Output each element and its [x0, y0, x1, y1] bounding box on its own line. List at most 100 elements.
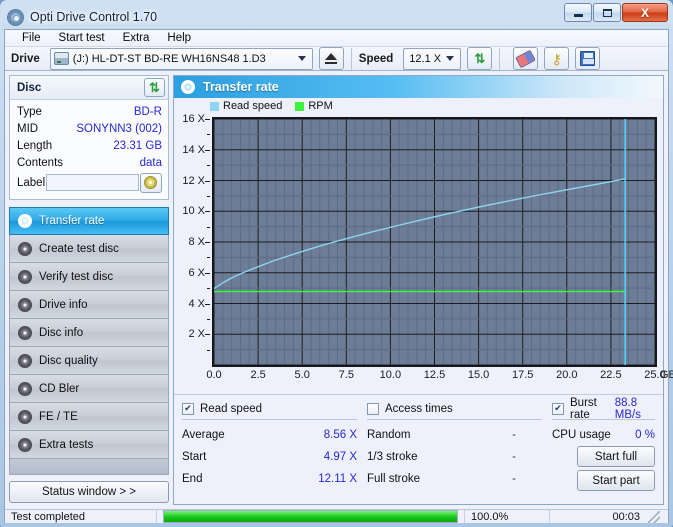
- end-label: End: [182, 473, 203, 485]
- progress-cell: [157, 510, 465, 523]
- results-access-times: Access times Random - 1/3 stroke - Full …: [367, 401, 542, 494]
- minimize-button[interactable]: [564, 3, 592, 22]
- elapsed-time: 00:03: [550, 510, 668, 523]
- row-cpu-usage: CPU usage 0 %: [552, 424, 655, 446]
- third-stroke-label: 1/3 stroke: [367, 451, 418, 463]
- sidebar: Disc ⇅ Type BD-R MID SONYNN3 (002) Lengt…: [5, 71, 173, 509]
- disc-type-label: Type: [17, 105, 42, 118]
- read-speed-header: ✔ Read speed: [182, 401, 357, 420]
- chart-y-axis: 2 X 4 X 6 X 8 X 10 X 12 X 14 X 16 X: [174, 113, 210, 367]
- sidebar-item-drive-info[interactable]: Drive info: [9, 291, 169, 319]
- chart-svg: [213, 118, 656, 366]
- eject-icon: [325, 53, 338, 64]
- drive-select[interactable]: (J:) HL-DT-ST BD-RE WH16NS48 1.D3: [49, 47, 313, 70]
- elapsed-value: 00:03: [612, 510, 640, 523]
- read-speed-checkbox[interactable]: ✔: [182, 402, 194, 415]
- disc-icon: [18, 269, 32, 284]
- legend-swatch-rpm: [295, 101, 305, 111]
- chart-y-tick-minor: [207, 165, 210, 167]
- sidebar-item-create-test-disc[interactable]: Create test disc: [9, 235, 169, 263]
- menu-help[interactable]: Help: [158, 30, 200, 46]
- chart-y-tick-minor: [207, 226, 210, 228]
- sidebar-item-disc-info[interactable]: Disc info: [9, 319, 169, 347]
- end-value: 12.11 X: [318, 473, 357, 485]
- chart-x-tick-label: 20.0: [556, 369, 578, 381]
- chart-y-tick: [205, 303, 210, 305]
- transfer-rate-chart: Read speed RPM 2 X 4 X 6 X 8 X 10 X 12 X 14 X 1…: [174, 98, 673, 394]
- sidebar-item-disc-quality[interactable]: Disc quality: [9, 347, 169, 375]
- disc-icon: [18, 353, 32, 368]
- cpu-usage-label: CPU usage: [552, 429, 611, 441]
- menu-start-test[interactable]: Start test: [50, 30, 114, 46]
- burst-rate-label: Burst rate: [570, 396, 597, 421]
- chart-x-tick-label: 2.5: [250, 369, 266, 381]
- refresh-button[interactable]: ⇅: [467, 47, 493, 70]
- disc-detail-button[interactable]: [139, 172, 162, 193]
- start-part-button[interactable]: Start part: [577, 470, 655, 491]
- disc-row-label: Label: [17, 171, 162, 194]
- disc-icon: [18, 409, 32, 424]
- disc-properties: Type BD-R MID SONYNN3 (002) Length 23.31…: [10, 100, 168, 199]
- disc-refresh-button[interactable]: ⇅: [144, 78, 165, 97]
- panel-title: Transfer rate: [203, 80, 279, 94]
- window-controls: X: [564, 3, 668, 22]
- chart-legend: Read speed RPM: [210, 100, 333, 112]
- sidebar-item-cd-bler[interactable]: CD Bler: [9, 375, 169, 403]
- maximize-button[interactable]: [593, 3, 621, 22]
- nav-list: Transfer rate Create test disc Verify te…: [9, 207, 169, 475]
- disc-icon: [181, 80, 195, 94]
- disc-panel: Disc ⇅ Type BD-R MID SONYNN3 (002) Lengt…: [9, 75, 169, 200]
- close-button[interactable]: X: [622, 3, 668, 22]
- toolbar-divider: [350, 47, 352, 70]
- sidebar-item-label: Verify test disc: [39, 270, 114, 283]
- disc-icon: [18, 437, 32, 452]
- sidebar-item-fe-te[interactable]: FE / TE: [9, 403, 169, 431]
- disc-row-mid: MID SONYNN3 (002): [17, 120, 162, 137]
- chart-x-tick-label: 22.5: [600, 369, 622, 381]
- average-label: Average: [182, 429, 225, 441]
- chart-y-tick: [205, 211, 210, 213]
- cd-icon: [144, 176, 158, 189]
- chart-y-tick-label: 16 X: [182, 113, 205, 125]
- sidebar-item-extra-tests[interactable]: Extra tests: [9, 431, 169, 459]
- sidebar-item-label: Disc info: [39, 326, 84, 339]
- row-full-stroke: Full stroke -: [367, 468, 542, 490]
- menu-extra[interactable]: Extra: [114, 30, 159, 46]
- disc-icon: [18, 297, 32, 312]
- menu-bar: File Start test Extra Help: [5, 30, 668, 47]
- erase-button[interactable]: [513, 47, 539, 70]
- status-window-button[interactable]: Status window > >: [9, 481, 169, 503]
- chart-plot-area: [212, 117, 657, 367]
- chart-y-tick-minor: [207, 288, 210, 290]
- save-button[interactable]: [575, 47, 601, 70]
- disc-type-value: BD-R: [133, 105, 162, 118]
- burst-rate-checkbox[interactable]: ✔: [552, 402, 564, 415]
- client-area: File Start test Extra Help Drive (J:) HL…: [4, 29, 673, 523]
- access-times-checkbox[interactable]: [367, 402, 379, 415]
- chart-x-tick-label: 10.0: [379, 369, 402, 381]
- menu-file[interactable]: File: [13, 30, 50, 46]
- results-burst: ✔ Burst rate 88.8 MB/s CPU usage 0 % Sta…: [552, 397, 655, 494]
- drive-label: Drive: [11, 52, 40, 65]
- disc-length-value: 23.31 GB: [113, 139, 162, 152]
- legend-swatch-read-speed: [210, 101, 219, 111]
- sidebar-item-verify-test-disc[interactable]: Verify test disc: [9, 263, 169, 291]
- disc-label-input[interactable]: [46, 174, 140, 191]
- keys-button[interactable]: ⚷: [544, 47, 570, 70]
- sidebar-item-transfer-rate[interactable]: Transfer rate: [9, 207, 169, 235]
- eject-button[interactable]: [318, 47, 344, 70]
- disc-panel-title: Disc: [17, 81, 42, 94]
- row-start: Start 4.97 X: [182, 446, 357, 468]
- speed-select-value: 12.1 X: [409, 52, 442, 65]
- chart-y-tick-label: 14 X: [182, 143, 205, 156]
- random-label: Random: [367, 429, 411, 441]
- title-bar: Opti Drive Control 1.70 X: [4, 3, 669, 30]
- speed-select[interactable]: 12.1 X: [403, 47, 462, 70]
- results-read-speed: ✔ Read speed Average 8.56 X Start 4.97 X: [182, 401, 357, 494]
- chart-y-tick-label: 12 X: [182, 174, 205, 187]
- disc-contents-value: data: [139, 156, 162, 169]
- start-full-button[interactable]: Start full: [577, 446, 655, 467]
- resize-grip[interactable]: [648, 510, 660, 523]
- chart-y-tick-label: 8 X: [188, 236, 205, 248]
- random-value: -: [512, 429, 516, 441]
